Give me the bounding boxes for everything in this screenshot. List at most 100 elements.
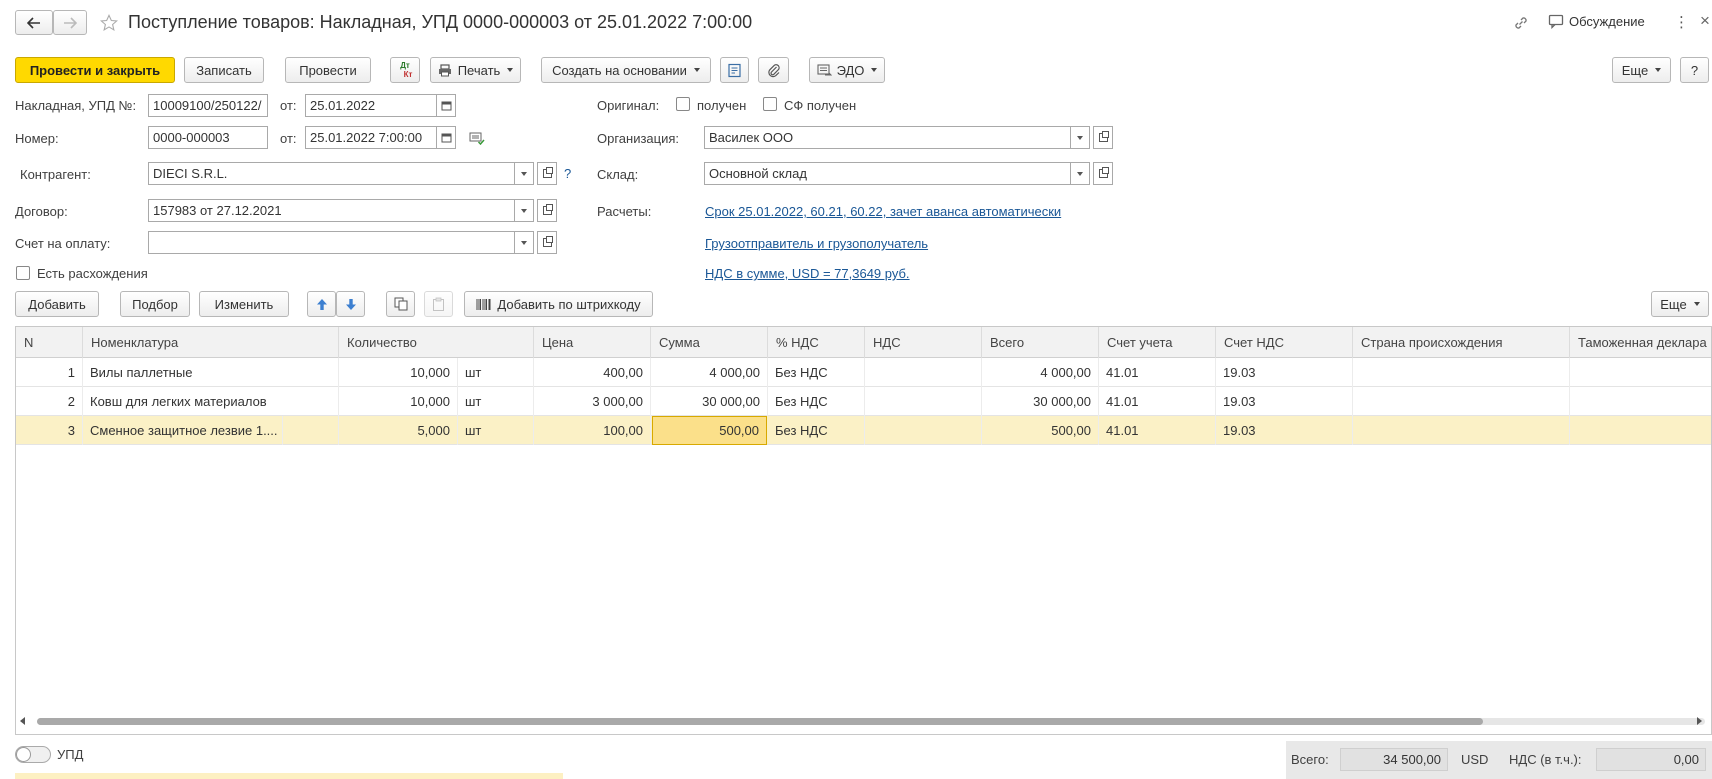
post-button[interactable]: Провести [285, 57, 371, 83]
column-header-n[interactable]: N [16, 327, 83, 358]
column-header-vat-rate[interactable]: % НДС [768, 327, 865, 358]
horizontal-scrollbar-thumb[interactable] [37, 718, 1483, 725]
more-button[interactable]: Еще [1612, 57, 1671, 83]
move-up-button[interactable] [307, 291, 336, 317]
row-sum[interactable]: 30 000,00 [651, 387, 768, 416]
scroll-left-arrow[interactable] [20, 717, 25, 725]
sf-received-checkbox[interactable] [763, 97, 777, 111]
warehouse-dropdown[interactable] [1070, 162, 1090, 185]
column-header-country[interactable]: Страна происхождения [1353, 327, 1570, 358]
row-price[interactable]: 400,00 [534, 358, 651, 387]
structure-button[interactable] [720, 57, 749, 83]
table-row[interactable]: 2 Ковш для легких материалов 10,000 шт 3… [16, 387, 1711, 416]
row-account[interactable]: 41.01 [1099, 387, 1216, 416]
warehouse-open[interactable] [1093, 162, 1113, 185]
calendar-button[interactable] [436, 126, 456, 149]
scroll-right-arrow[interactable] [1697, 717, 1702, 725]
contract-input[interactable]: 157983 от 27.12.2021 [148, 199, 518, 222]
row-sum[interactable]: 4 000,00 [651, 358, 768, 387]
row-price[interactable]: 100,00 [534, 416, 651, 445]
row-country[interactable] [1353, 416, 1570, 445]
settlements-link[interactable]: Срок 25.01.2022, 60.21, 60.22, зачет ава… [705, 204, 1061, 219]
add-by-barcode-button[interactable]: Добавить по штрихкоду [464, 291, 653, 317]
number-date-input[interactable]: 25.01.2022 7:00:00 [305, 126, 437, 149]
attach-files-button[interactable] [758, 57, 789, 83]
row-unit[interactable]: шт [458, 416, 534, 445]
column-header-vat[interactable]: НДС [865, 327, 982, 358]
save-button[interactable]: Записать [184, 57, 264, 83]
edo-button[interactable]: ЭДО [809, 57, 885, 83]
close-icon[interactable]: × [1700, 11, 1710, 31]
row-vat[interactable] [865, 387, 982, 416]
column-header-quantity[interactable]: Количество [339, 327, 534, 358]
row-price[interactable]: 3 000,00 [534, 387, 651, 416]
calendar-button[interactable] [436, 94, 456, 117]
row-nomenclature[interactable]: Вилы паллетные [83, 358, 339, 387]
payment-invoice-dropdown[interactable] [514, 231, 534, 254]
row-total[interactable]: 30 000,00 [982, 387, 1099, 416]
goods-table[interactable]: N Номенклатура Количество Цена Сумма % Н… [15, 326, 1712, 735]
column-header-nomenclature[interactable]: Номенклатура [83, 327, 339, 358]
column-header-customs[interactable]: Таможенная деклара [1570, 327, 1711, 358]
table-row[interactable]: 1 Вилы паллетные 10,000 шт 400,00 4 000,… [16, 358, 1711, 387]
row-country[interactable] [1353, 358, 1570, 387]
copy-row-button[interactable] [386, 291, 415, 317]
column-header-total[interactable]: Всего [982, 327, 1099, 358]
invoice-date-input[interactable]: 25.01.2022 [305, 94, 437, 117]
discrepancy-checkbox[interactable] [16, 266, 30, 280]
organization-dropdown[interactable] [1070, 126, 1090, 149]
column-header-account[interactable]: Счет учета [1099, 327, 1216, 358]
column-header-price[interactable]: Цена [534, 327, 651, 358]
row-customs[interactable] [1570, 387, 1711, 416]
column-header-sum[interactable]: Сумма [651, 327, 768, 358]
row-vat-account[interactable]: 19.03 [1216, 416, 1353, 445]
row-quantity[interactable]: 10,000 [339, 387, 458, 416]
discussion-button[interactable]: Обсуждение [1548, 14, 1645, 29]
counterparty-input[interactable]: DIECI S.R.L. [148, 162, 518, 185]
row-account[interactable]: 41.01 [1099, 416, 1216, 445]
vat-amount-link[interactable]: НДС в сумме, USD = 77,3649 руб. [705, 266, 910, 281]
favorite-star-icon[interactable] [99, 13, 119, 33]
row-total[interactable]: 500,00 [982, 416, 1099, 445]
row-vat-rate[interactable]: Без НДС [768, 358, 865, 387]
help-button[interactable]: ? [1680, 57, 1709, 83]
row-vat-account[interactable]: 19.03 [1216, 387, 1353, 416]
table-more-button[interactable]: Еще [1651, 291, 1709, 317]
row-vat-rate[interactable]: Без НДС [768, 416, 865, 445]
counterparty-help[interactable]: ? [564, 166, 571, 181]
row-vat[interactable] [865, 358, 982, 387]
link-icon[interactable] [1512, 14, 1530, 32]
create-based-on-button[interactable]: Создать на основании [541, 57, 711, 83]
row-quantity[interactable]: 10,000 [339, 358, 458, 387]
dt-kt-button[interactable]: Дт Кт [390, 57, 420, 83]
organization-open[interactable] [1093, 126, 1113, 149]
paste-button[interactable] [424, 291, 453, 317]
row-nomenclature[interactable]: Ковш для легких материалов [83, 387, 339, 416]
column-header-vat-account[interactable]: Счет НДС [1216, 327, 1353, 358]
add-row-button[interactable]: Добавить [15, 291, 99, 317]
row-unit[interactable]: шт [458, 387, 534, 416]
payment-invoice-input[interactable] [148, 231, 518, 254]
row-nomenclature-extra[interactable] [283, 416, 339, 445]
select-items-button[interactable]: Подбор [120, 291, 190, 317]
counterparty-open[interactable] [537, 162, 557, 185]
forward-button[interactable] [53, 10, 87, 35]
row-vat-account[interactable]: 19.03 [1216, 358, 1353, 387]
upd-toggle[interactable] [15, 746, 51, 763]
row-quantity[interactable]: 5,000 [339, 416, 458, 445]
row-unit[interactable]: шт [458, 358, 534, 387]
row-sum-active-cell[interactable]: 500,00 [652, 416, 767, 445]
contract-dropdown[interactable] [514, 199, 534, 222]
post-and-close-button[interactable]: Провести и закрыть [15, 57, 175, 83]
row-customs[interactable] [1570, 358, 1711, 387]
kebab-menu-icon[interactable]: ⋮ [1674, 13, 1689, 31]
row-nomenclature[interactable]: Сменное защитное лезвие 1.... [83, 416, 283, 445]
payment-invoice-open[interactable] [537, 231, 557, 254]
row-total[interactable]: 4 000,00 [982, 358, 1099, 387]
row-customs[interactable] [1570, 416, 1711, 445]
row-country[interactable] [1353, 387, 1570, 416]
back-button[interactable] [15, 10, 53, 35]
change-button[interactable]: Изменить [199, 291, 289, 317]
counterparty-dropdown[interactable] [514, 162, 534, 185]
row-account[interactable]: 41.01 [1099, 358, 1216, 387]
